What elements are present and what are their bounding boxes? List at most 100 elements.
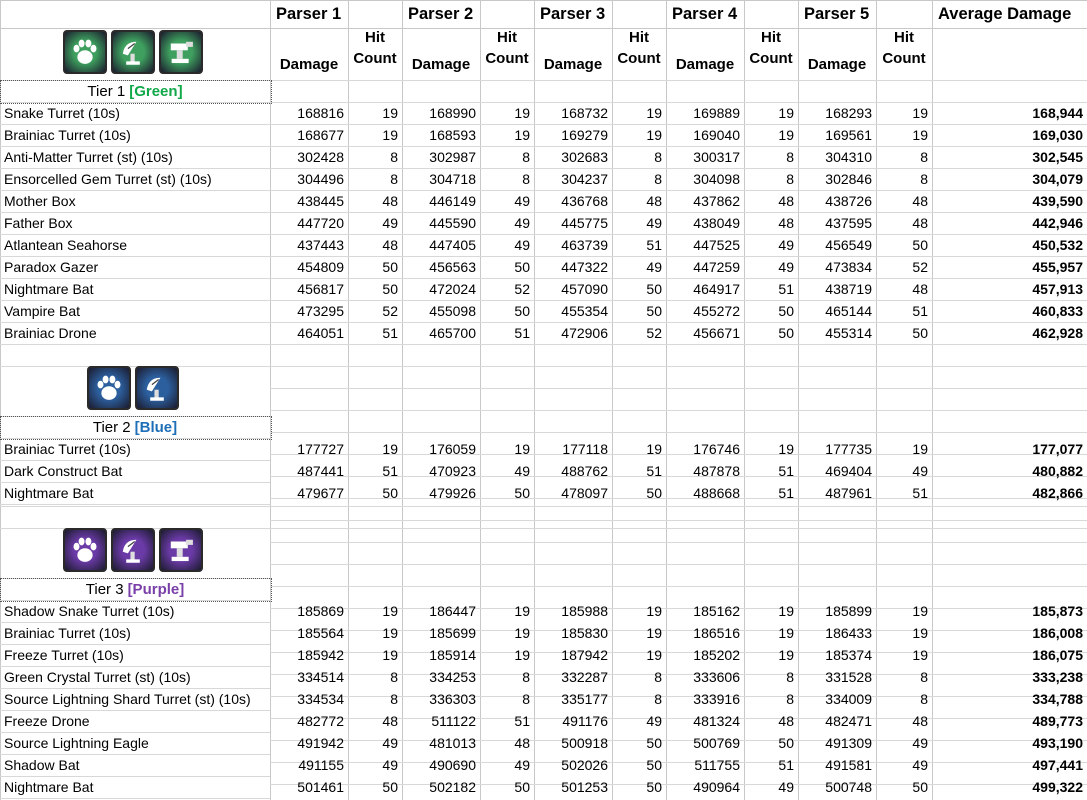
hit-count-cell: 19	[382, 105, 398, 121]
hit-count-cell: 19	[382, 603, 398, 619]
hit-count-cell: 19	[912, 647, 928, 663]
hit-count-cell: 51	[646, 463, 662, 479]
damage-cell: 300317	[693, 149, 740, 165]
hit-count-cell: 19	[382, 647, 398, 663]
damage-cell: 501461	[297, 779, 344, 795]
row-name: Nightmare Bat	[4, 779, 94, 795]
hit-count-cell: 51	[778, 485, 794, 501]
hit-count-cell: 50	[912, 325, 928, 341]
hit-count-cell: 8	[654, 669, 662, 685]
cannon-turret-icon	[159, 30, 203, 74]
hit-subheader: Hit	[894, 29, 914, 46]
row-name: Ensorcelled Gem Turret (st) (10s)	[4, 171, 212, 187]
damage-cell: 169279	[561, 127, 608, 143]
hit-count-cell: 51	[778, 281, 794, 297]
damage-cell: 304718	[429, 171, 476, 187]
damage-cell: 491581	[825, 757, 872, 773]
damage-cell: 177735	[825, 441, 872, 457]
damage-cell: 185699	[429, 625, 476, 641]
hit-count-cell: 49	[514, 237, 530, 253]
hit-count-cell: 19	[646, 603, 662, 619]
row-name: Shadow Bat	[4, 757, 80, 773]
average-damage-cell: 497,441	[1032, 757, 1083, 773]
hit-count-cell: 8	[786, 149, 794, 165]
damage-cell: 500769	[693, 735, 740, 751]
damage-cell: 334534	[297, 691, 344, 707]
damage-cell: 177727	[297, 441, 344, 457]
hit-count-cell: 8	[920, 669, 928, 685]
parser-2-header: Parser 2	[408, 4, 474, 23]
hit-count-cell: 8	[522, 691, 530, 707]
row-name: Paradox Gazer	[4, 259, 99, 275]
damage-cell: 472906	[561, 325, 608, 341]
hit-count-cell: 48	[778, 193, 794, 209]
hit-count-cell: 8	[390, 691, 398, 707]
hit-count-cell: 50	[382, 779, 398, 795]
satellite-turret-icon	[135, 366, 179, 410]
parser-1-header: Parser 1	[276, 4, 342, 23]
damage-cell: 473295	[297, 303, 344, 319]
damage-cell: 482471	[825, 713, 872, 729]
hit-count-cell: 52	[646, 325, 662, 341]
hit-count-cell: 48	[382, 193, 398, 209]
damage-cell: 304237	[561, 171, 608, 187]
hit-count-cell: 48	[912, 215, 928, 231]
damage-cell: 502182	[429, 779, 476, 795]
damage-cell: 302428	[297, 149, 344, 165]
damage-subheader: Damage	[543, 55, 603, 73]
hit-count-cell: 50	[382, 281, 398, 297]
damage-cell: 176059	[429, 441, 476, 457]
damage-cell: 185942	[297, 647, 344, 663]
damage-cell: 302987	[429, 149, 476, 165]
damage-cell: 445590	[429, 215, 476, 231]
average-damage-cell: 499,322	[1032, 779, 1083, 795]
damage-cell: 487441	[297, 463, 344, 479]
average-damage-cell: 450,532	[1032, 237, 1083, 253]
damage-cell: 334253	[429, 669, 476, 685]
damage-cell: 437862	[693, 193, 740, 209]
damage-cell: 168677	[297, 127, 344, 143]
hit-count-cell: 19	[382, 441, 398, 457]
hit-count-cell: 8	[390, 171, 398, 187]
damage-cell: 331528	[825, 669, 872, 685]
damage-cell: 500918	[561, 735, 608, 751]
row-name: Brainiac Turret (10s)	[4, 127, 131, 143]
damage-cell: 332287	[561, 669, 608, 685]
hit-count-cell: 50	[778, 325, 794, 341]
damage-cell: 187942	[561, 647, 608, 663]
hit-count-cell: 19	[912, 625, 928, 641]
hit-count-cell: 8	[786, 669, 794, 685]
damage-cell: 488668	[693, 485, 740, 501]
hit-count-cell: 50	[912, 779, 928, 795]
hit-count-cell: 19	[778, 105, 794, 121]
hit-count-cell: 19	[514, 625, 530, 641]
row-name: Green Crystal Turret (st) (10s)	[4, 669, 191, 685]
hit-count-cell: 51	[382, 463, 398, 479]
row-name: Source Lightning Shard Turret (st) (10s)	[4, 691, 251, 707]
hit-count-cell: 19	[514, 647, 530, 663]
damage-cell: 455314	[825, 325, 872, 341]
damage-cell: 438049	[693, 215, 740, 231]
average-damage-cell: 455,957	[1032, 259, 1083, 275]
row-name: Anti-Matter Turret (st) (10s)	[4, 149, 173, 165]
damage-cell: 168732	[561, 105, 608, 121]
hit-count-cell: 50	[646, 485, 662, 501]
hit-count-cell: 19	[778, 647, 794, 663]
hit-count-cell: 50	[646, 779, 662, 795]
hit-count-cell: 48	[778, 215, 794, 231]
tier-3-icons	[63, 528, 203, 572]
average-damage-cell: 169,030	[1032, 127, 1083, 143]
damage-cell: 185374	[825, 647, 872, 663]
damage-cell: 457090	[561, 281, 608, 297]
hit-count-cell: 48	[514, 735, 530, 751]
hit-count-cell: 51	[778, 463, 794, 479]
damage-spreadsheet: Parser 1 Parser 2 Parser 3 Parser 4 Parser 5…	[0, 0, 1087, 800]
hit-count-cell: 50	[778, 735, 794, 751]
row-name: Nightmare Bat	[4, 485, 94, 501]
hit-count-cell: 49	[514, 215, 530, 231]
damage-cell: 482772	[297, 713, 344, 729]
damage-cell: 501253	[561, 779, 608, 795]
row-name: Shadow Snake Turret (10s)	[4, 603, 175, 619]
hit-count-cell: 49	[514, 193, 530, 209]
hit-count-cell: 50	[382, 485, 398, 501]
